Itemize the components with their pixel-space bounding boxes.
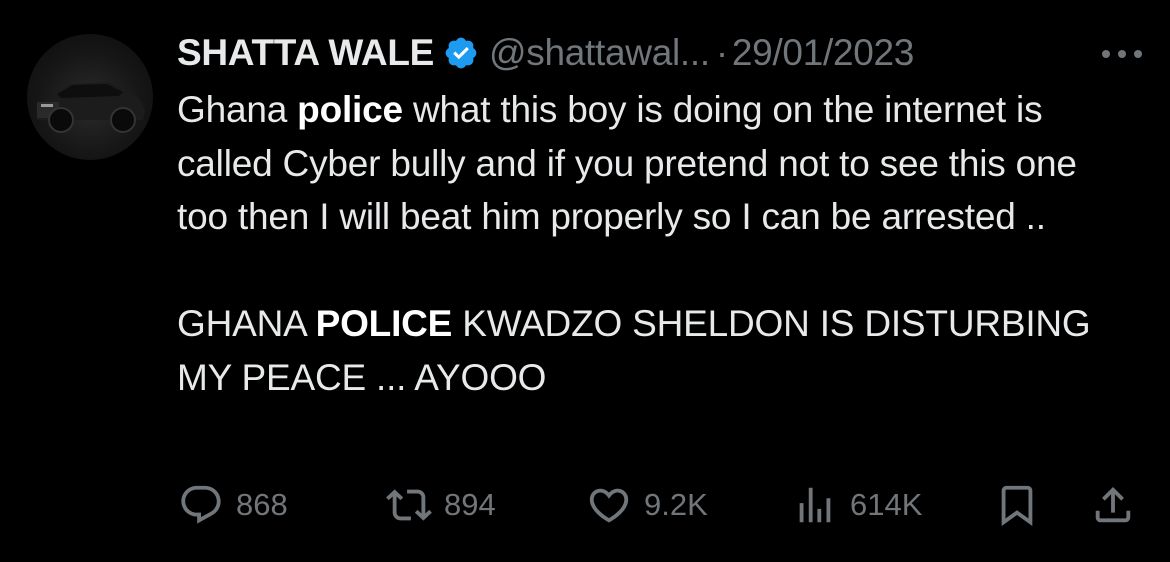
share-upload-icon[interactable] [1090,480,1136,530]
bold-word: police [297,89,403,130]
reply-bubble-icon [181,485,221,524]
reply-count: 868 [236,487,288,522]
more-horizontal-icon[interactable] [1098,46,1146,62]
heart-icon [589,488,629,523]
views-count: 614K [850,487,923,522]
separator-dot: · [715,32,728,73]
avatar[interactable] [27,34,153,160]
bold-word: POLICE [315,303,453,344]
like-button[interactable]: 9.2K [586,480,708,530]
tweet-date[interactable]: 29/01/2023 [732,32,914,74]
action-bar: 868 894 9.2K 614K [0,480,1170,530]
bookmark-icon[interactable] [994,480,1040,530]
tweet-paragraph-1: Ghana police what this boy is doing on t… [177,89,1077,237]
verified-badge-icon [445,37,477,69]
like-count: 9.2K [644,487,708,522]
author-name[interactable]: SHATTA WALE [177,32,434,74]
tweet-header: SHATTA WALE @shattawal... · 29/01/2023 [177,28,914,78]
repost-button[interactable]: 894 [386,480,496,530]
repost-arrows-icon [386,489,432,521]
tweet-card[interactable]: SHATTA WALE @shattawal... · 29/01/2023 G… [0,0,1170,562]
tweet-paragraph-2: GHANA POLICE KWADZO SHELDON IS DISTURBIN… [177,303,1091,398]
reply-button[interactable]: 868 [178,480,288,530]
tweet-text: Ghana police what this boy is doing on t… [177,83,1137,404]
repost-count: 894 [444,487,496,522]
bar-chart-icon [799,487,831,523]
views-button[interactable]: 614K [792,480,922,530]
author-handle[interactable]: @shattawal... [489,32,710,74]
